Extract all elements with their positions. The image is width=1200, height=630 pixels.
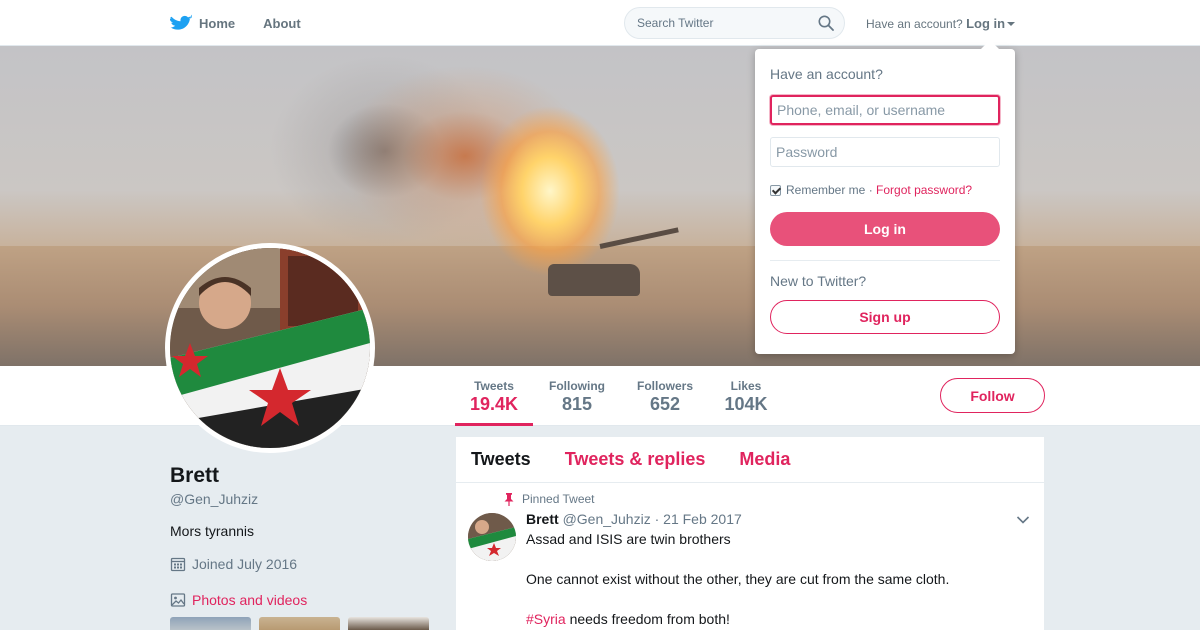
stat-following[interactable]: Following 815 bbox=[542, 366, 612, 426]
photos-link-label: Photos and videos bbox=[192, 592, 308, 608]
profile-joined: Joined July 2016 bbox=[170, 556, 297, 572]
banner-fire bbox=[480, 106, 620, 276]
hashtag-link[interactable]: #Syria bbox=[526, 611, 566, 627]
twitter-bird-icon bbox=[170, 14, 192, 30]
username-field[interactable] bbox=[770, 95, 1000, 125]
tweet-avatar-image bbox=[468, 513, 516, 561]
tweet-header: Brett @Gen_Juhziz · 21 Feb 2017 bbox=[526, 511, 742, 527]
nav-left: Home About bbox=[170, 0, 329, 46]
login-dropdown-toggle[interactable]: Log in bbox=[966, 16, 1016, 31]
tab-media[interactable]: Media bbox=[739, 449, 790, 470]
new-to-twitter-text: New to Twitter? bbox=[770, 273, 867, 289]
banner-tank bbox=[548, 264, 640, 296]
timeline: Tweets Tweets & replies Media Pinned Twe… bbox=[456, 437, 1044, 630]
stat-value: 104K bbox=[724, 394, 768, 414]
forgot-password-link[interactable]: Forgot password? bbox=[876, 183, 972, 197]
dropdown-title: Have an account? bbox=[770, 66, 883, 82]
search-input[interactable] bbox=[637, 16, 807, 30]
tweet-text-rest: needs freedom from both! bbox=[565, 611, 730, 627]
search-icon[interactable] bbox=[818, 15, 834, 31]
profile-handle[interactable]: @Gen_Juhziz bbox=[170, 491, 258, 507]
tweet-author-name[interactable]: Brett bbox=[526, 511, 559, 527]
stat-value: 815 bbox=[561, 394, 593, 414]
profile-avatar[interactable] bbox=[165, 243, 375, 453]
caret-down-icon bbox=[1007, 22, 1016, 26]
password-field[interactable] bbox=[770, 137, 1000, 167]
tab-tweets-replies[interactable]: Tweets & replies bbox=[565, 449, 706, 470]
nav-home[interactable]: Home bbox=[170, 14, 235, 32]
remember-me-label[interactable]: Remember me bbox=[786, 183, 865, 197]
nav-home-label: Home bbox=[199, 15, 236, 31]
photos-and-videos-link[interactable]: Photos and videos bbox=[170, 592, 307, 608]
media-thumbnail[interactable] bbox=[348, 617, 429, 630]
pinned-tweet-label: Pinned Tweet bbox=[504, 492, 595, 506]
dropdown-arrow bbox=[981, 40, 999, 49]
tweet-date[interactable]: · 21 Feb 2017 bbox=[655, 511, 742, 527]
calendar-icon bbox=[170, 557, 186, 572]
nav-about[interactable]: About bbox=[263, 16, 301, 31]
have-account-text: Have an account? bbox=[866, 17, 963, 31]
signup-button[interactable]: Sign up bbox=[770, 300, 1000, 334]
stat-followers[interactable]: Followers 652 bbox=[630, 366, 700, 426]
image-icon bbox=[170, 593, 186, 607]
follow-button[interactable]: Follow bbox=[940, 378, 1045, 413]
login-dropdown: Have an account? Remember me · Forgot pa… bbox=[755, 40, 1015, 354]
top-navigation: Home About Have an account? Log in bbox=[0, 0, 1200, 46]
chevron-down-icon[interactable] bbox=[1016, 515, 1030, 525]
stat-tweets[interactable]: Tweets 19.4K bbox=[455, 366, 533, 426]
stat-label: Followers bbox=[636, 379, 693, 393]
account-menu: Have an account? Log in bbox=[866, 16, 1016, 31]
profile-name[interactable]: Brett bbox=[170, 464, 219, 488]
login-button[interactable]: Log in bbox=[770, 212, 1000, 246]
nav-about-label: About bbox=[263, 15, 301, 31]
stat-value: 19.4K bbox=[469, 394, 519, 414]
pinned-text: Pinned Tweet bbox=[522, 492, 595, 506]
stat-value: 652 bbox=[649, 394, 681, 414]
login-link-label: Log in bbox=[966, 16, 1006, 31]
stat-label: Tweets bbox=[474, 379, 514, 393]
dropdown-divider bbox=[770, 260, 1000, 261]
remember-me-checkbox[interactable] bbox=[770, 184, 781, 196]
stat-likes[interactable]: Likes 104K bbox=[716, 366, 776, 426]
timeline-tabs: Tweets Tweets & replies Media bbox=[456, 437, 1044, 483]
tweet-text-line: One cannot exist without the other, they… bbox=[526, 571, 950, 587]
search-box[interactable] bbox=[624, 7, 845, 39]
pin-icon bbox=[504, 492, 514, 506]
tab-tweets[interactable]: Tweets bbox=[471, 449, 531, 470]
media-thumbnail[interactable] bbox=[259, 617, 340, 630]
profile-bio: Mors tyrannis bbox=[170, 523, 255, 539]
remember-row: Remember me · Forgot password? bbox=[770, 183, 972, 197]
tweet-author-handle[interactable]: @Gen_Juhziz bbox=[563, 511, 651, 527]
stat-label: Likes bbox=[730, 379, 762, 393]
tweet-text-line: #Syria needs freedom from both! bbox=[526, 611, 730, 627]
stat-label: Following bbox=[549, 379, 605, 393]
media-thumbnail[interactable] bbox=[170, 617, 251, 630]
tweet-text-line: Assad and ISIS are twin brothers bbox=[526, 531, 731, 547]
joined-text: Joined July 2016 bbox=[192, 556, 298, 572]
separator-dot: · bbox=[868, 183, 873, 197]
avatar-image bbox=[170, 248, 370, 448]
tweet-avatar[interactable] bbox=[468, 513, 516, 561]
